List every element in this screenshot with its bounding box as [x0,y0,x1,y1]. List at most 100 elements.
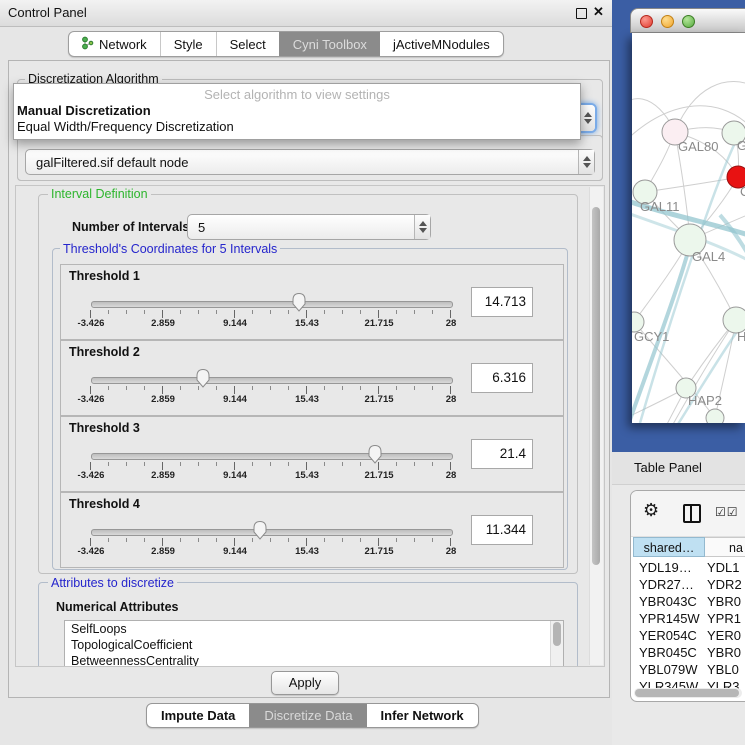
slider-thumb[interactable] [367,444,383,464]
tab-impute-data[interactable]: Impute Data [147,704,249,727]
scrollbar-thumb[interactable] [635,689,739,697]
scrollbar-thumb[interactable] [592,207,600,565]
table-row[interactable]: YBL079WYBL0 [631,661,745,678]
tick-label: -3.426 [78,394,105,405]
node-label: H [737,329,745,344]
right-panel: GAL80G.CGAL11GAL4GCY1HHAP2 Table Panel ⚙… [612,0,745,745]
slider-ticks [90,538,452,546]
tab-select[interactable]: Select [216,32,279,56]
tick-label: 9.144 [223,546,247,557]
cyni-toolbox-panel: Discretization Algorithm Select algorith… [8,60,610,698]
table-row[interactable]: YBR045CYBR0 [631,644,745,661]
popup-item-manual-discretization[interactable]: Manual Discretization [17,103,151,118]
threshold-4-panel: Threshold 4 -3.4262.8599.14415.4321.7152… [60,492,564,568]
tick-label: 9.144 [223,394,247,405]
tab-cyni-toolbox[interactable]: Cyni Toolbox [279,32,380,56]
node-label: GAL4 [692,249,725,264]
slider-tick-labels: -3.4262.8599.14415.4321.71528 [90,546,490,559]
number-of-intervals-value: 5 [188,220,414,235]
threshold-value-field[interactable]: 11.344 [471,515,533,545]
columns-icon[interactable] [683,504,701,523]
tick-label: 2.859 [151,546,175,557]
network-node[interactable] [706,409,724,423]
table-data-combo-value: galFiltered.sif default node [26,155,578,170]
slider-thumb[interactable] [195,368,211,388]
table-row[interactable]: YDR27…YDR2 [631,576,745,593]
tab-jactivemnodules[interactable]: jActiveMNodules [380,32,503,56]
threshold-value-field[interactable]: 14.713 [471,287,533,317]
tick-label: 15.43 [295,318,319,329]
node-label: GCY1 [634,329,669,344]
node-label: GAL11 [640,199,680,214]
number-of-intervals-combobox[interactable]: 5 [187,214,431,240]
threshold-label: Threshold 1 [69,269,140,283]
slider-ticks [90,386,452,394]
zoom-traffic-light-icon[interactable] [682,15,695,28]
tick-label: 15.43 [295,546,319,557]
tick-label: 28 [446,394,457,405]
network-canvas[interactable]: GAL80G.CGAL11GAL4GCY1HHAP2 [632,33,745,423]
tick-label: -3.426 [78,318,105,329]
threshold-value-field[interactable]: 6.316 [471,363,533,393]
threshold-slider[interactable] [91,301,453,308]
attribute-item[interactable]: BetweennessCentrality [65,653,563,667]
number-of-intervals-label: Number of Intervals [72,220,189,234]
tab-network-label: Network [99,37,147,52]
combo-stepper-icon [414,215,430,239]
tab-style[interactable]: Style [160,32,216,56]
tick-label: 9.144 [223,470,247,481]
panel-scrollbar[interactable] [589,187,603,665]
apply-button[interactable]: Apply [271,671,339,695]
threshold-slider[interactable] [91,453,453,460]
network-icon [82,36,94,53]
slider-thumb[interactable] [252,520,268,540]
combo-stepper-icon [579,105,595,131]
minimize-traffic-light-icon[interactable] [661,15,674,28]
attribute-item[interactable]: TopologicalCoefficient [65,637,563,653]
threshold-slider[interactable] [91,377,453,384]
float-window-icon[interactable] [576,8,587,19]
table-hscrollbar[interactable] [634,688,742,698]
table-panel-titlebar: Table Panel [612,452,745,485]
table-row[interactable]: YER054CYER0 [631,627,745,644]
tick-label: 15.43 [295,470,319,481]
panel-title: Control Panel [8,0,87,26]
table-header: shared… na [631,537,745,558]
tick-label: 28 [446,470,457,481]
node-label: C [740,184,745,199]
popup-item-equal-width-frequency[interactable]: Equal Width/Frequency Discretization [17,119,234,134]
column-header-shared-name[interactable]: shared… [633,537,705,557]
select-columns-icon[interactable]: ☑☑ [715,505,739,519]
attribute-items: SelfLoopsTopologicalCoefficientBetweenne… [65,621,563,667]
table-row[interactable]: YDL19…YDL1 [631,559,745,576]
attributes-legend: Attributes to discretize [48,576,177,590]
table-row[interactable]: YPR145WYPR1 [631,610,745,627]
network-window-titlebar[interactable] [630,8,745,33]
control-panel-titlebar: Control Panel ✕ [0,0,614,27]
threshold-slider[interactable] [91,529,453,536]
close-traffic-light-icon[interactable] [640,15,653,28]
attribute-item[interactable]: SelfLoops [65,621,563,637]
tick-label: 21.715 [364,318,393,329]
table-data-combobox[interactable]: galFiltered.sif default node [25,149,595,175]
slider-tick-labels: -3.4262.8599.14415.4321.71528 [90,394,490,407]
bottom-tab-bar: Impute Data Discretize Data Infer Networ… [146,703,479,728]
threshold-1-panel: Threshold 1 -3.4262.8599.14415.4321.7152… [60,264,564,340]
numerical-attributes-list[interactable]: SelfLoopsTopologicalCoefficientBetweenne… [64,620,564,667]
list-scrollbar[interactable] [550,621,563,667]
gear-icon[interactable]: ⚙ [643,500,659,521]
network-view[interactable]: GAL80G.CGAL11GAL4GCY1HHAP2 [632,33,745,423]
tab-infer-network[interactable]: Infer Network [367,704,478,727]
column-header-name[interactable]: na [705,537,745,557]
slider-thumb[interactable] [291,292,307,312]
tick-label: 21.715 [364,394,393,405]
algorithm-dropdown-popup: Select algorithm to view settings Manual… [13,83,581,140]
node-label: GAL80 [678,139,718,154]
table-row[interactable]: YBR043CYBR0 [631,593,745,610]
threshold-value-field[interactable]: 21.4 [471,439,533,469]
combo-stepper-icon [578,150,594,174]
tab-discretize-data[interactable]: Discretize Data [249,704,366,727]
tab-network[interactable]: Network [69,32,160,56]
tick-label: 28 [446,546,457,557]
close-icon[interactable]: ✕ [593,4,604,20]
